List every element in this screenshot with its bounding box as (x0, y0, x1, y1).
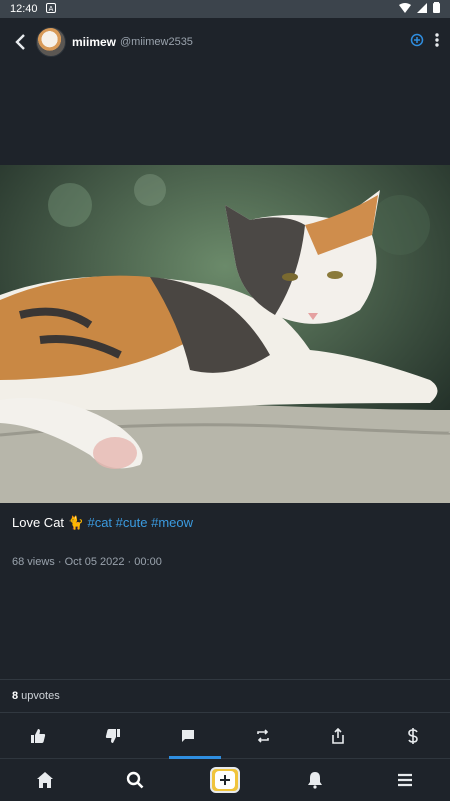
active-tab-indicator (169, 756, 221, 759)
svg-text:A: A (48, 6, 53, 13)
follow-button[interactable] (410, 33, 424, 52)
bottom-navigation (0, 756, 450, 801)
post-header: miimew @miimew2535 (0, 18, 450, 66)
repost-button[interactable] (251, 724, 275, 748)
nav-search[interactable] (115, 764, 155, 796)
status-time: 12:40 (10, 3, 38, 15)
nav-notifications[interactable] (295, 764, 335, 796)
back-button[interactable] (10, 30, 30, 54)
search-icon (126, 771, 144, 789)
plus-icon (215, 771, 235, 789)
hashtag-meow[interactable]: #meow (151, 515, 193, 530)
comment-button[interactable] (176, 724, 200, 748)
divider (0, 679, 450, 680)
cat-photo (0, 165, 450, 503)
post-meta: 68 views · Oct 05 2022 · 00:00 (12, 556, 162, 568)
avatar[interactable] (36, 27, 66, 57)
divider (0, 712, 450, 713)
home-icon (37, 772, 53, 788)
compose-button[interactable] (210, 767, 240, 793)
chevron-left-icon (15, 34, 25, 50)
share-icon (331, 728, 344, 744)
battery-icon (433, 2, 440, 16)
post-image[interactable] (0, 165, 450, 503)
share-button[interactable] (326, 724, 350, 748)
thumb-up-icon (30, 729, 45, 743)
upvote-label: upvotes (18, 690, 60, 702)
notification-a-icon: A (45, 2, 56, 16)
hashtag-cute[interactable]: #cute (116, 515, 148, 530)
upvote-button[interactable] (26, 724, 50, 748)
hashtag-cat[interactable]: #cat (87, 515, 112, 530)
signal-icon (417, 2, 427, 16)
thumb-down-icon (105, 729, 120, 743)
post-actions (0, 718, 450, 754)
caption-text: Love Cat (12, 515, 68, 530)
menu-icon (398, 773, 412, 787)
comment-icon (181, 730, 194, 742)
nav-compose[interactable] (205, 764, 245, 796)
tip-button[interactable] (401, 724, 425, 748)
dollar-icon (407, 728, 418, 744)
wifi-icon (399, 2, 411, 16)
bell-icon (308, 772, 322, 789)
author-name[interactable]: miimew (72, 35, 116, 49)
status-bar: 12:40 A (0, 0, 450, 18)
repeat-icon (256, 729, 269, 743)
upvote-summary[interactable]: 8 upvotes (12, 690, 60, 702)
plus-circle-icon (410, 33, 424, 46)
nav-menu[interactable] (385, 764, 425, 796)
downvote-button[interactable] (101, 724, 125, 748)
nav-home[interactable] (25, 764, 65, 796)
more-vert-icon (435, 32, 439, 47)
post-caption: Love Cat 🐈 #cat #cute #meow (12, 515, 193, 531)
more-options-button[interactable] (434, 32, 440, 53)
cat-emoji: 🐈 (67, 515, 84, 530)
author-handle[interactable]: @miimew2535 (120, 36, 193, 48)
